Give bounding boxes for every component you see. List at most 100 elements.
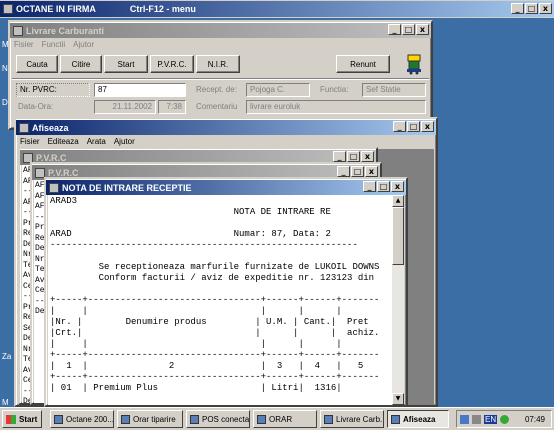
pvrc-2-title: P.V.R.C bbox=[48, 167, 79, 178]
windows-logo-icon bbox=[6, 414, 16, 424]
nota-title: NOTA DE INTRARE RECEPTIE bbox=[62, 182, 192, 193]
comentariu-field[interactable]: livrare euroluk bbox=[246, 100, 426, 114]
app-icon bbox=[324, 414, 333, 424]
maximize-button[interactable]: □ bbox=[347, 151, 360, 162]
nota-line: ARAD Numar: 87, Data: 2 bbox=[50, 229, 331, 239]
maximize-button[interactable]: □ bbox=[407, 121, 420, 132]
desktop-letter: M bbox=[2, 398, 9, 407]
afiseaza-menubar: Fisier Editeaza Arata Ajutor bbox=[20, 137, 135, 146]
comentariu-label: Comentariu bbox=[196, 102, 238, 111]
nota-line: | | | | | bbox=[50, 306, 342, 316]
nota-line: Conform facturii / aviz de expeditie nr.… bbox=[50, 273, 375, 283]
window-icon bbox=[49, 182, 59, 193]
taskbar-item-label: Livrare Carb... bbox=[336, 414, 384, 424]
maximize-button[interactable]: □ bbox=[377, 181, 390, 192]
close-button[interactable]: x bbox=[421, 121, 434, 132]
menu-ajutor[interactable]: Ajutor bbox=[114, 137, 135, 146]
taskbar-item-afiseaza[interactable]: Afiseaza bbox=[387, 410, 449, 428]
maximize-button[interactable]: □ bbox=[351, 166, 364, 177]
taskbar-item-label: POS conectat bbox=[202, 414, 250, 424]
app-icon bbox=[121, 414, 130, 424]
window-icon bbox=[19, 122, 29, 133]
close-button[interactable]: x bbox=[539, 3, 552, 14]
taskbar-item-orar-tiparire[interactable]: Orar tiparire bbox=[117, 410, 183, 428]
cauta-button[interactable]: Cauta bbox=[16, 55, 58, 73]
close-button[interactable]: x bbox=[361, 151, 374, 162]
fuel-pump-icon bbox=[405, 53, 425, 75]
tray-printer-icon[interactable] bbox=[472, 414, 481, 424]
desktop-letter: D bbox=[2, 98, 8, 107]
afiseaza-titlebar[interactable]: Afiseaza bbox=[16, 120, 436, 135]
close-button[interactable]: x bbox=[391, 181, 404, 192]
taskbar-item-octane[interactable]: Octane 200... bbox=[50, 410, 114, 428]
minimize-button[interactable]: _ bbox=[388, 24, 401, 35]
nota-document-text: ARAD3 NOTA DE INTRARE RE ARAD Numar: 87,… bbox=[48, 195, 392, 394]
scroll-up-button[interactable]: ▲ bbox=[392, 195, 404, 207]
afiseaza-title: Afiseaza bbox=[32, 122, 69, 133]
minimize-button[interactable]: _ bbox=[363, 181, 376, 192]
desktop-letter: Za bbox=[2, 352, 12, 361]
maximize-button[interactable]: □ bbox=[402, 24, 415, 35]
scroll-thumb[interactable] bbox=[392, 207, 404, 265]
citire-button[interactable]: Citire bbox=[60, 55, 102, 73]
main-window-titlebar[interactable]: OCTANE IN FIRMA Ctrl-F12 - menu bbox=[0, 1, 554, 17]
recept-de-field[interactable]: Pojoga C. bbox=[246, 83, 310, 97]
taskbar-item-label: ORAR bbox=[269, 414, 293, 424]
menu-fisier[interactable]: Fisier bbox=[14, 40, 34, 49]
nota-line: | 1 | 2 | 3 | 4 | 5 bbox=[50, 361, 364, 371]
nota-titlebar[interactable]: NOTA DE INTRARE RECEPTIE bbox=[46, 180, 406, 195]
close-button[interactable]: x bbox=[416, 24, 429, 35]
taskbar-item-label: Afiseaza bbox=[403, 414, 436, 424]
ora-field[interactable]: 7:38 bbox=[158, 100, 186, 114]
taskbar-item-pos[interactable]: POS conectat bbox=[186, 410, 250, 428]
separator bbox=[12, 78, 429, 80]
vertical-scrollbar[interactable]: ▲ ▼ bbox=[392, 195, 404, 405]
taskbar-item-livrare[interactable]: Livrare Carb... bbox=[320, 410, 384, 428]
nr-pvrc-input[interactable]: 87 bbox=[94, 83, 186, 97]
start-button[interactable]: Start bbox=[2, 410, 42, 428]
menu-editeaza[interactable]: Editeaza bbox=[48, 137, 79, 146]
close-button[interactable]: x bbox=[365, 166, 378, 177]
minimize-button[interactable]: _ bbox=[511, 3, 524, 14]
nota-window: NOTA DE INTRARE RECEPTIE _ □ x ARAD3 NOT… bbox=[44, 177, 408, 407]
data-field[interactable]: 21.11.2002 bbox=[94, 100, 156, 114]
renunt-button[interactable]: Renunt bbox=[336, 55, 390, 73]
taskbar-item-orar[interactable]: ORAR bbox=[253, 410, 317, 428]
menu-fisier[interactable]: Fisier bbox=[20, 137, 40, 146]
nota-line bbox=[50, 251, 392, 262]
maximize-button[interactable]: □ bbox=[525, 3, 538, 14]
app-icon bbox=[3, 4, 13, 14]
minimize-button[interactable]: _ bbox=[337, 166, 350, 177]
nota-line bbox=[50, 284, 392, 295]
taskbar-item-label: Octane 200... bbox=[66, 414, 114, 424]
taskbar-item-label: Orar tiparire bbox=[133, 414, 176, 424]
start-button[interactable]: Start bbox=[104, 55, 148, 73]
clock: 07:49 bbox=[524, 414, 545, 424]
minimize-button[interactable]: _ bbox=[333, 151, 346, 162]
menu-ajutor[interactable]: Ajutor bbox=[73, 40, 94, 49]
tray-app-icon[interactable] bbox=[500, 414, 510, 424]
app-icon bbox=[190, 414, 199, 424]
app-icon bbox=[391, 414, 400, 424]
nota-line: | | | | | bbox=[50, 339, 342, 349]
window-icon bbox=[35, 167, 45, 178]
scroll-down-button[interactable]: ▼ bbox=[392, 393, 404, 405]
nota-content: ARAD3 NOTA DE INTRARE RE ARAD Numar: 87,… bbox=[48, 195, 392, 405]
language-indicator[interactable]: EN bbox=[484, 414, 498, 424]
pvrc-button[interactable]: P.V.R.C. bbox=[150, 55, 194, 73]
menu-functii[interactable]: Functii bbox=[42, 40, 66, 49]
start-label: Start bbox=[19, 414, 38, 424]
window-icon bbox=[13, 25, 23, 36]
nota-line: +-----+--------------------------------+… bbox=[50, 295, 380, 305]
nota-line: +-----+--------------------------------+… bbox=[50, 350, 380, 360]
window-icon bbox=[23, 152, 33, 163]
menu-arata[interactable]: Arata bbox=[87, 137, 106, 146]
nir-button[interactable]: N.I.R. bbox=[196, 55, 240, 73]
system-tray: EN 07:49 bbox=[456, 410, 552, 428]
livrare-titlebar[interactable]: Livrare Carburanti bbox=[10, 23, 431, 38]
functia-field[interactable]: Sef Statie bbox=[362, 83, 426, 97]
tray-network-icon[interactable] bbox=[460, 414, 469, 424]
minimize-button[interactable]: _ bbox=[393, 121, 406, 132]
livrare-window: Livrare Carburanti _ □ x Fisier Functii … bbox=[8, 20, 433, 130]
main-window-title-suffix: Ctrl-F12 - menu bbox=[129, 4, 196, 14]
